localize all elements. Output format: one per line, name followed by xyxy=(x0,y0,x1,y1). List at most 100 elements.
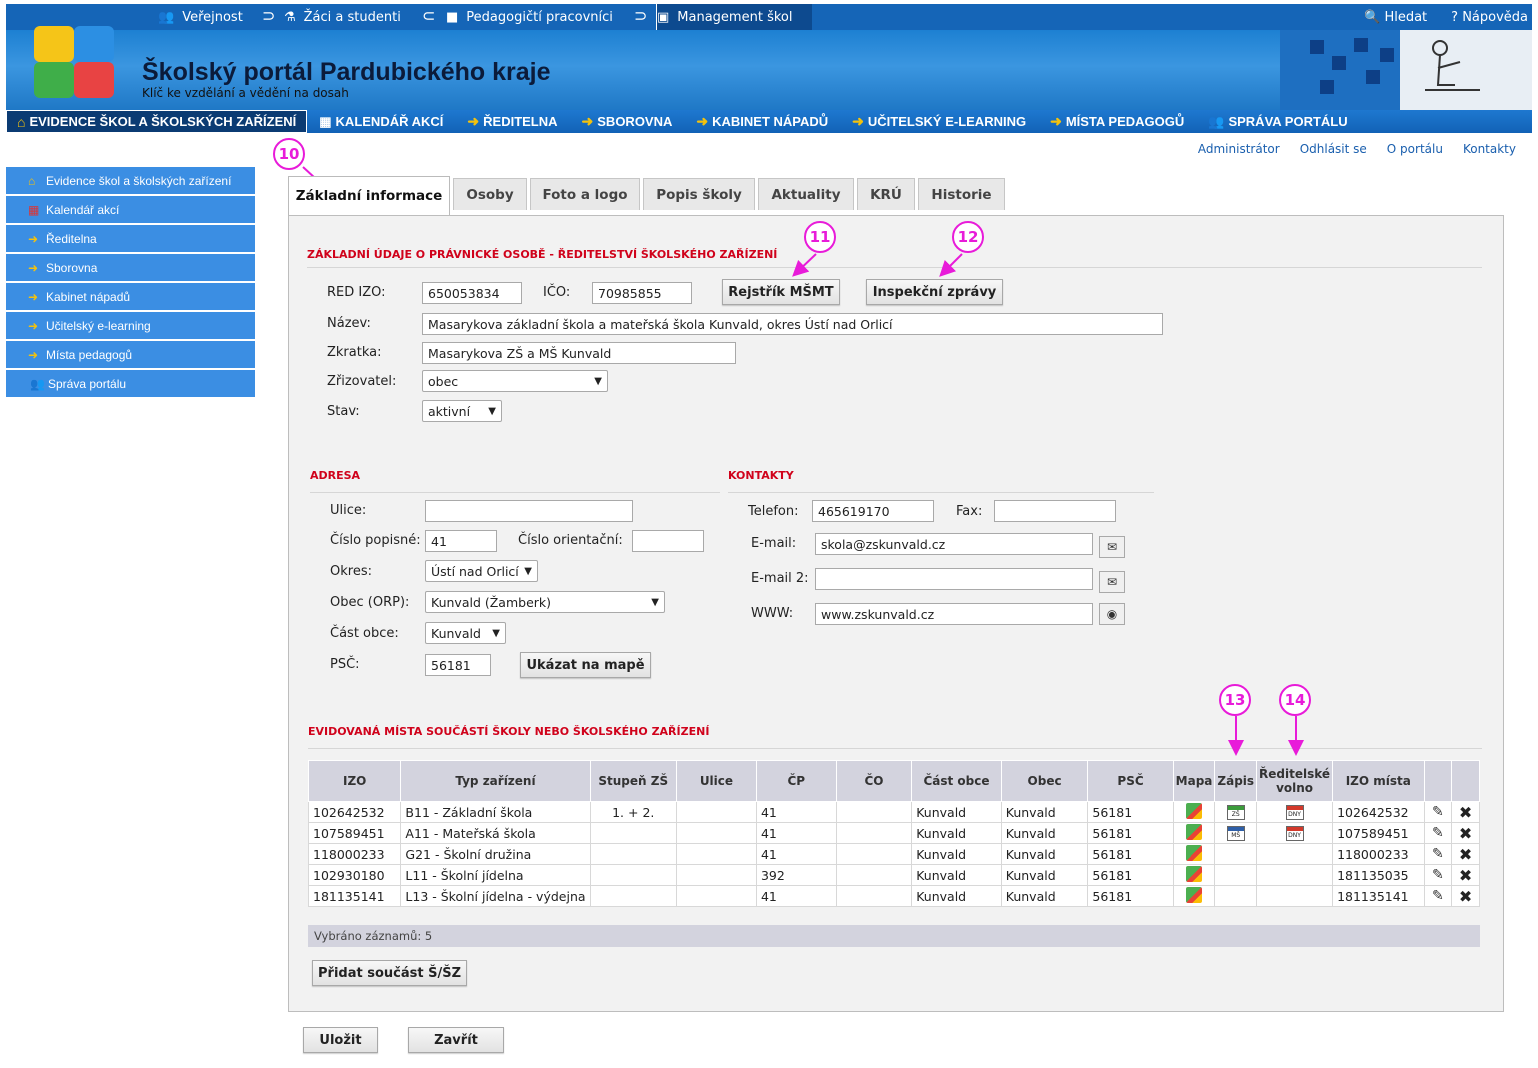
map-icon[interactable] xyxy=(1186,865,1203,882)
pencil-icon[interactable]: ✎ xyxy=(1432,867,1444,883)
nav-kabinet[interactable]: ➜ KABINET NÁPADŮ xyxy=(684,110,840,133)
tab-news[interactable]: Aktuality xyxy=(758,178,854,210)
red-izo-field[interactable]: 650053834 xyxy=(422,282,522,304)
enrollment-calendar-icon[interactable]: ZŠ xyxy=(1226,805,1245,820)
show-on-map-button[interactable]: Ukázat na mapě xyxy=(520,652,651,678)
email-field[interactable]: skola@zskunvald.cz xyxy=(815,533,1093,555)
table-row[interactable]: 118000233 G21 - Školní družina 41 Kunvald Ku… xyxy=(307,843,1480,865)
sidebar-item-elearning[interactable]: ➜ Učitelský e-learning xyxy=(6,312,255,339)
nav-evidence[interactable]: ⌂ EVIDENCE ŠKOL A ŠKOLSKÝCH ZAŘÍZENÍ xyxy=(6,110,308,133)
nav-reditelna[interactable]: ➜ ŘEDITELNA xyxy=(455,110,569,133)
delete-icon[interactable]: ✖ xyxy=(1459,845,1472,864)
nav-sborovna[interactable]: ➜ SBOROVNA xyxy=(570,110,685,133)
divider xyxy=(308,748,1482,749)
logout-link[interactable]: Odhlásit se xyxy=(1300,142,1367,156)
fax-field[interactable] xyxy=(994,500,1116,522)
email2-field[interactable] xyxy=(815,568,1093,590)
col-type[interactable]: Typ zařízení xyxy=(400,760,591,802)
ico-field[interactable]: 70985855 xyxy=(592,282,692,304)
table-row[interactable]: 102930180 L11 - Školní jídelna 392 Kunvald K… xyxy=(307,864,1480,886)
table-row[interactable]: 181135141 L13 - Školní jídelna - výdejna 4… xyxy=(307,885,1480,907)
zip-field[interactable]: 56181 xyxy=(425,654,491,676)
sidebar-item-evidence[interactable]: ⌂ Evidence škol a školských zařízení xyxy=(6,167,255,194)
delete-icon[interactable]: ✖ xyxy=(1459,803,1472,822)
mail-icon[interactable]: ✉ xyxy=(1099,571,1125,593)
delete-icon[interactable]: ✖ xyxy=(1459,824,1472,843)
col-street[interactable]: Ulice xyxy=(675,760,757,802)
nav-sprava[interactable]: 👥 SPRÁVA PORTÁLU xyxy=(1196,110,1359,133)
col-part[interactable]: Část obce xyxy=(911,760,1002,802)
save-button[interactable]: Uložit xyxy=(303,1027,378,1053)
enrollment-calendar-icon[interactable]: MŠ xyxy=(1226,826,1245,841)
contacts-link[interactable]: Kontakty xyxy=(1463,142,1516,156)
col-zip[interactable]: PSČ xyxy=(1087,760,1174,802)
map-icon[interactable] xyxy=(1186,844,1203,861)
pencil-icon[interactable]: ✎ xyxy=(1432,846,1444,862)
email2-label: E-mail 2: xyxy=(751,571,809,586)
cell-edit: ✎ xyxy=(1423,843,1453,865)
www-field[interactable]: www.zskunvald.cz xyxy=(815,603,1093,625)
rejstrik-button[interactable]: Rejstřík MŠMT xyxy=(722,279,840,305)
map-icon[interactable] xyxy=(1186,823,1203,840)
map-icon[interactable] xyxy=(1186,886,1203,903)
mail-icon[interactable]: ✉ xyxy=(1099,536,1125,558)
part-select[interactable]: Kunvald ▼ xyxy=(425,622,506,644)
inspection-reports-button[interactable]: Inspekční zprávy xyxy=(866,279,1003,305)
table-row[interactable]: 107589451 A11 - Mateřská škola 41 Kunvald Ku… xyxy=(307,822,1480,844)
phone-field[interactable]: 465619170 xyxy=(812,500,934,522)
table-row[interactable]: 102642532 B11 - Základní škola 1. + 2. 41 Ku… xyxy=(307,801,1480,823)
sidebar-item-kabinet[interactable]: ➜ Kabinet nápadů xyxy=(6,283,255,310)
col-level[interactable]: Stupeň ZŠ xyxy=(589,760,677,802)
district-select[interactable]: Ústí nad Orlicí ▼ xyxy=(425,560,538,582)
status-select[interactable]: aktivní ▼ xyxy=(422,400,502,422)
top-link-management[interactable]: ▣ Management škol xyxy=(656,4,813,30)
help-link[interactable]: ? Nápověda xyxy=(1451,10,1528,25)
top-link-public[interactable]: 👥 Veřejnost xyxy=(158,4,243,30)
map-icon[interactable] xyxy=(1186,802,1203,819)
nav-mista[interactable]: ➜ MÍSTA PEDAGOGŮ xyxy=(1038,110,1196,133)
tab-kru[interactable]: KRÚ xyxy=(857,178,915,210)
pencil-icon[interactable]: ✎ xyxy=(1432,888,1444,904)
leave-calendar-icon[interactable]: DNY xyxy=(1285,805,1304,820)
about-link[interactable]: O portálu xyxy=(1387,142,1443,156)
sidebar-item-sborovna[interactable]: ➜ Sborovna xyxy=(6,254,255,281)
nav-elearning[interactable]: ➜ UČITELSKÝ E-LEARNING xyxy=(840,110,1038,133)
sidebar-item-reditelna[interactable]: ➜ Ředitelna xyxy=(6,225,255,252)
admin-link[interactable]: Administrátor xyxy=(1198,142,1280,156)
municipality-select[interactable]: Kunvald (Žamberk) ▼ xyxy=(425,591,665,613)
portal-logo[interactable] xyxy=(30,22,120,102)
globe-icon[interactable]: ◉ xyxy=(1099,603,1125,625)
abbr-field[interactable]: Masarykova ZŠ a MŠ Kunvald xyxy=(422,342,736,364)
col-co[interactable]: ČO xyxy=(835,760,913,802)
sidebar-item-sprava[interactable]: 👥 Správa portálu xyxy=(6,370,255,397)
street-field[interactable] xyxy=(425,500,633,522)
col-municipality[interactable]: Obec xyxy=(1000,760,1089,802)
top-link-students[interactable]: ⚗ Žáci a studenti xyxy=(284,4,401,30)
tab-basic-info[interactable]: Základní informace xyxy=(288,176,450,215)
tab-description[interactable]: Popis školy xyxy=(643,178,755,210)
orient-number-field[interactable] xyxy=(632,530,704,552)
name-field[interactable]: Masarykova základní škola a mateřská ško… xyxy=(422,313,1163,335)
tab-photo-logo[interactable]: Foto a logo xyxy=(530,178,640,210)
close-button[interactable]: Zavřít xyxy=(408,1027,504,1053)
pencil-icon[interactable]: ✎ xyxy=(1432,825,1444,841)
cell-izo-place: 181135035 xyxy=(1332,864,1425,886)
col-izo[interactable]: IZO xyxy=(307,760,402,802)
sidebar-item-calendar[interactable]: ▦ Kalendář akcí xyxy=(6,196,255,223)
tab-persons[interactable]: Osoby xyxy=(453,178,527,210)
leave-calendar-icon[interactable]: DNY xyxy=(1285,826,1304,841)
founder-select[interactable]: obec ▼ xyxy=(422,370,608,392)
nav-calendar[interactable]: ▦ KALENDÁŘ AKCÍ xyxy=(307,110,455,133)
tab-history[interactable]: Historie xyxy=(918,178,1005,210)
cell-part: Kunvald xyxy=(911,843,1002,865)
sidebar-item-mista[interactable]: ➜ Místa pedagogů xyxy=(6,341,255,368)
top-link-teachers[interactable]: ■ Pedagogičtí pracovníci xyxy=(446,4,613,30)
delete-icon[interactable]: ✖ xyxy=(1459,866,1472,885)
search-link[interactable]: 🔍 Hledat xyxy=(1364,10,1427,25)
house-number-field[interactable]: 41 xyxy=(425,530,497,552)
col-cp[interactable]: ČP xyxy=(755,760,837,802)
delete-icon[interactable]: ✖ xyxy=(1459,887,1472,906)
add-component-button[interactable]: Přidat součást Š/ŠZ xyxy=(312,960,467,986)
pencil-icon[interactable]: ✎ xyxy=(1432,804,1444,820)
col-izo-place[interactable]: IZO místa xyxy=(1332,760,1425,802)
